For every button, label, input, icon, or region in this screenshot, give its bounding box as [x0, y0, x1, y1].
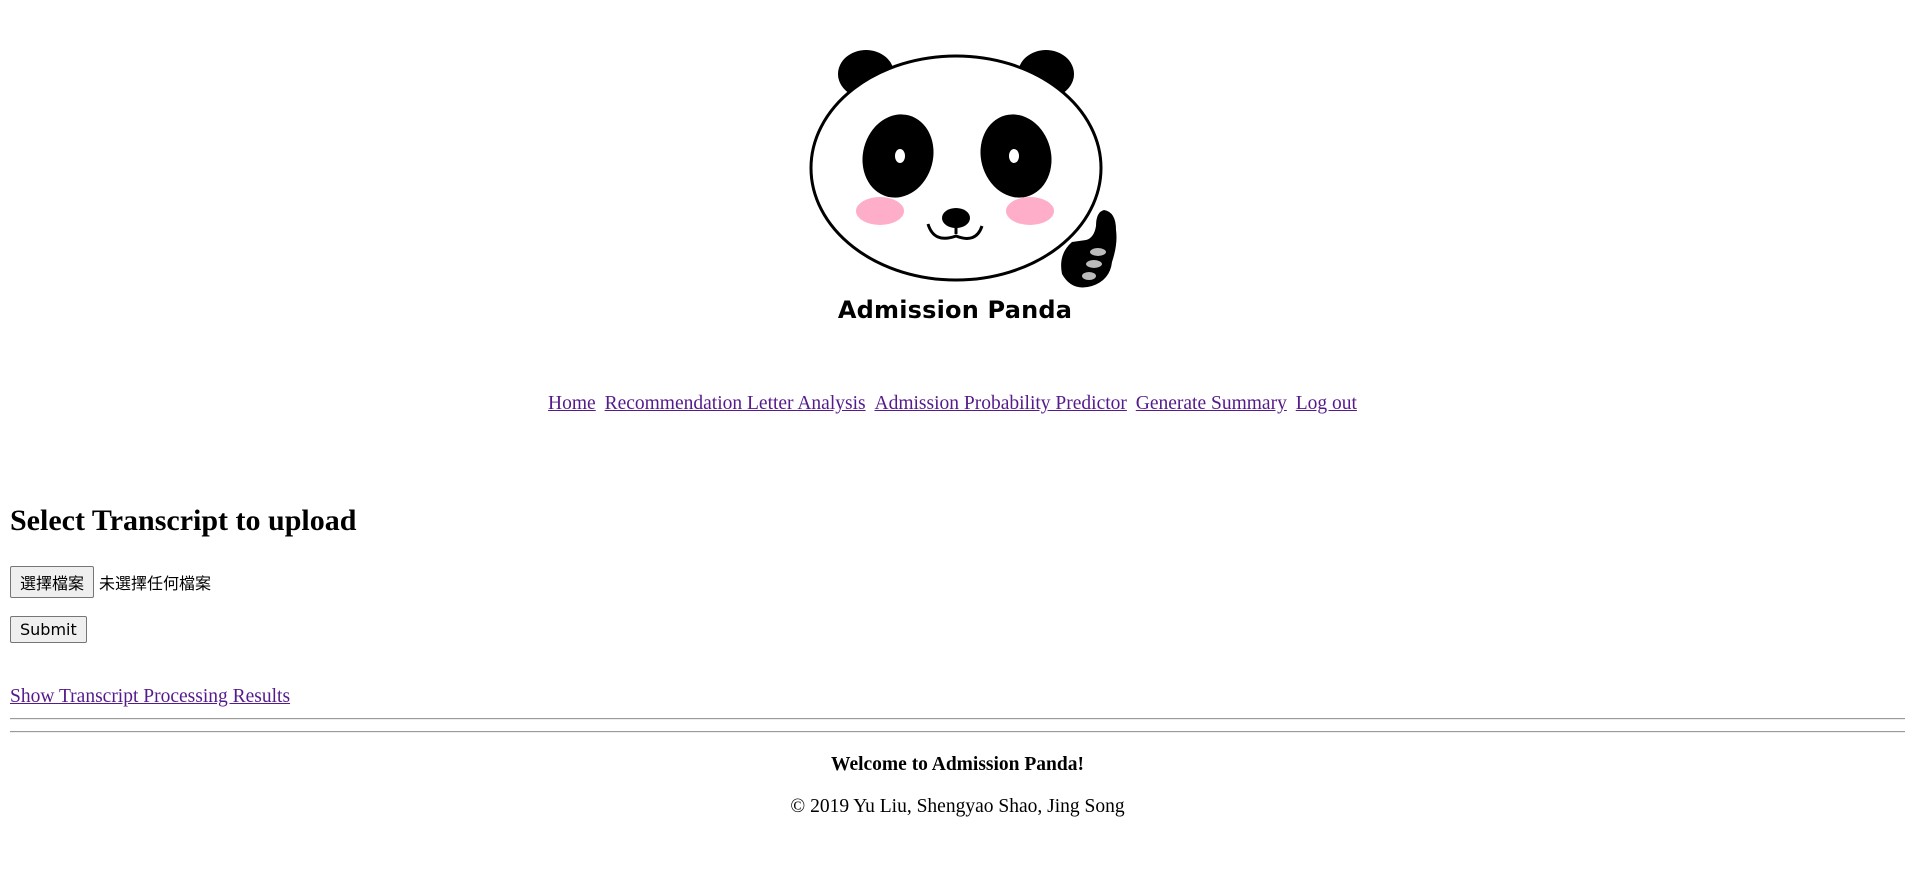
nav-generate-summary[interactable]: Generate Summary: [1136, 393, 1287, 414]
submit-button[interactable]: Submit: [10, 616, 87, 643]
panda-logo: Admission Panda: [800, 44, 1130, 344]
main-nav: Home Recommendation Letter Analysis Admi…: [0, 393, 1905, 415]
show-results-link[interactable]: Show Transcript Processing Results: [10, 686, 290, 708]
divider: [10, 731, 1905, 733]
choose-file-button[interactable]: 選擇檔案: [10, 566, 95, 598]
nav-log-out[interactable]: Log out: [1296, 393, 1357, 414]
page: Admission Panda Home Recommendation Lett…: [0, 0, 1905, 875]
nav-home[interactable]: Home: [548, 393, 596, 414]
panda-icon: [809, 50, 1117, 288]
nav-recommendation-letter-analysis[interactable]: Recommendation Letter Analysis: [605, 393, 866, 414]
file-status-text: 未選擇任何檔案: [99, 574, 212, 593]
logo-title: Admission Panda: [837, 296, 1073, 324]
nav-admission-probability-predictor[interactable]: Admission Probability Predictor: [874, 393, 1126, 414]
footer-copyright: © 2019 Yu Liu, Shengyao Shao, Jing Song: [790, 796, 1125, 817]
divider: [10, 718, 1905, 720]
file-picker: 選擇檔案 未選擇任何檔案: [10, 566, 211, 598]
upload-heading: Select Transcript to upload: [10, 504, 357, 537]
footer-welcome: Welcome to Admission Panda!: [831, 754, 1084, 775]
